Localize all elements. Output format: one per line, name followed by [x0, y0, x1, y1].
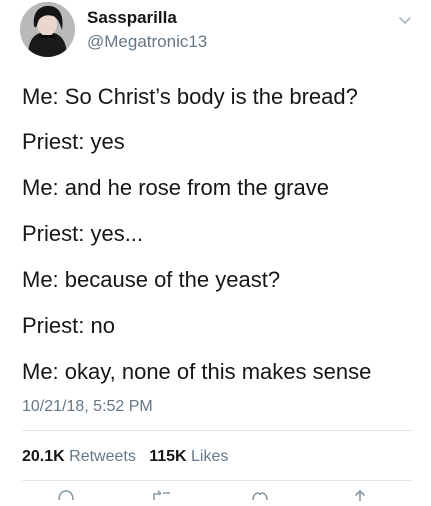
display-name[interactable]: Sassparilla: [87, 8, 177, 28]
user-handle[interactable]: @Megatronic13: [87, 32, 207, 52]
tweet-line: Priest: no: [22, 313, 115, 338]
divider: [22, 430, 413, 431]
retweets-label[interactable]: Retweets: [69, 448, 136, 465]
avatar[interactable]: [20, 2, 75, 57]
reply-icon[interactable]: [56, 488, 76, 501]
chevron-down-icon[interactable]: [397, 12, 413, 28]
action-bar: [0, 488, 431, 502]
tweet-line: Me: So Christ’s body is the bread?: [22, 84, 358, 109]
avatar-image: [20, 2, 75, 57]
tweet-line: Me: and he rose from the grave: [22, 175, 329, 200]
tweet-line: Me: because of the yeast?: [22, 267, 281, 292]
retweets-count[interactable]: 20.1K: [22, 448, 65, 465]
likes-count[interactable]: 115K: [149, 448, 186, 465]
tweet-line: Me: okay, none of this makes sense: [22, 359, 372, 384]
share-icon[interactable]: [350, 488, 370, 502]
retweet-icon[interactable]: [152, 488, 172, 500]
likes-label[interactable]: Likes: [191, 448, 228, 465]
tweet-timestamp[interactable]: 10/21/18, 5:52 PM: [22, 398, 153, 416]
heart-icon[interactable]: [250, 488, 270, 501]
tweet-line: Priest: yes: [22, 129, 125, 154]
tweet-line: Priest: yes...: [22, 221, 144, 246]
engagement-stats: 20.1K Retweets 115K Likes: [22, 448, 228, 466]
divider: [22, 480, 413, 481]
tweet-card: Sassparilla @Megatronic13 Me: So Christ’…: [0, 0, 431, 502]
